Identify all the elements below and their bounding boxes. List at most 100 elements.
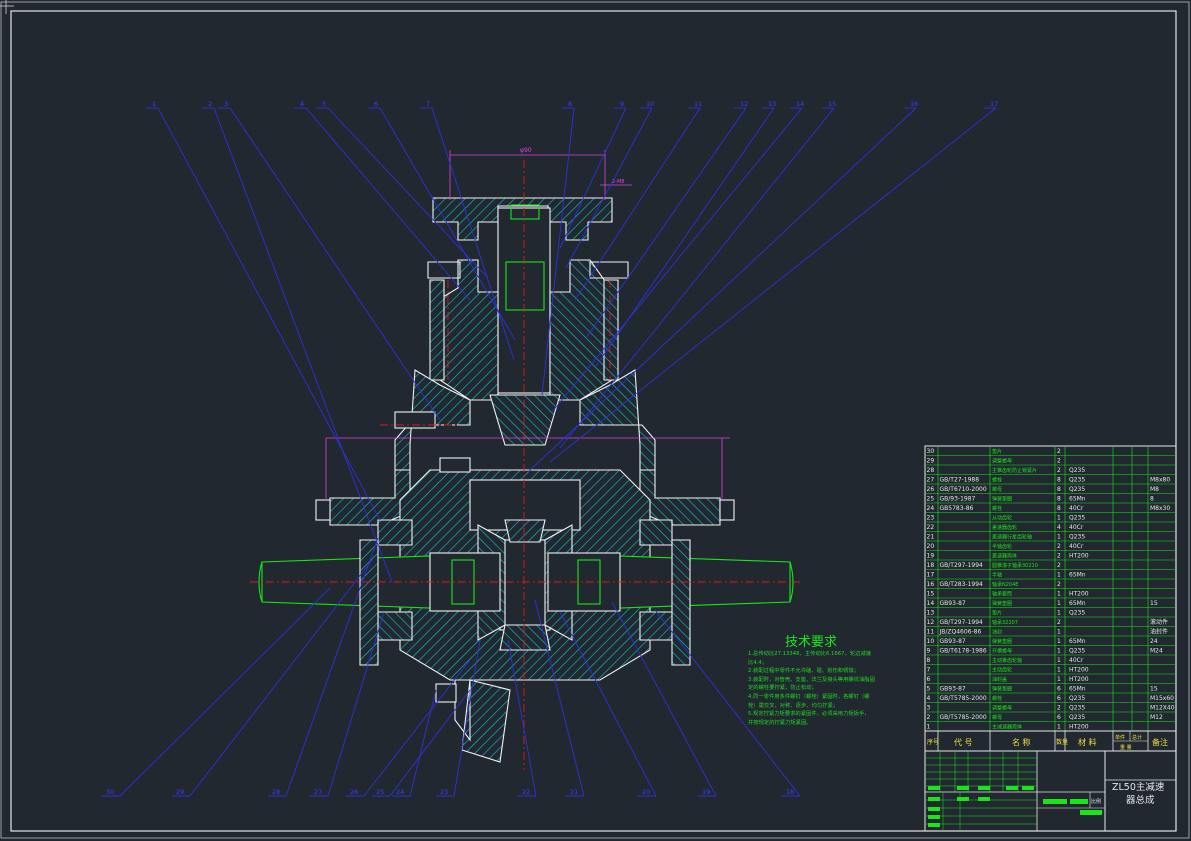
bom-cell-material: Q235 [1069, 705, 1085, 712]
bom-cell-name: 差速器壳体 [992, 553, 1017, 560]
bom-cell-name: 半轴齿轮 [992, 543, 1012, 550]
bom-cell-qty: 1 [1057, 515, 1061, 522]
bom-cell-name: 垫片 [992, 448, 1002, 455]
bom-cell-no: 15 [927, 591, 935, 598]
bom-cell-code: GB/T283-1994 [940, 581, 984, 588]
bom-cell-name: 弹簧垫圈 [992, 686, 1012, 693]
bom-cell-qty: 1 [1057, 657, 1061, 664]
bom-cell-code: GB/T6178-1986 [940, 648, 987, 655]
bom-cell-code: GB/T297-1994 [940, 619, 984, 626]
bom-cell-note: M8 [1150, 486, 1159, 493]
balloon-bottom: 30 [106, 788, 114, 796]
bom-cell-name: 油封盖 [992, 676, 1007, 683]
balloon-bottom: 20 [642, 788, 650, 796]
balloon-top: 8 [568, 100, 572, 108]
scale-label: 比例 [1091, 798, 1101, 805]
balloon-bottom: 23 [440, 788, 448, 796]
balloon-bottom: 29 [176, 788, 184, 796]
bom-cell-no: 4 [927, 695, 931, 702]
bom-cell-qty: 2 [1057, 448, 1061, 455]
dim-top-width: φ90 [520, 147, 532, 154]
bom-cell-material: 65Mn [1069, 638, 1086, 645]
ring-gear [461, 679, 511, 763]
technical-note-line: 栓）需交叉、对称、逐步、均匀拧紧； [748, 702, 839, 709]
bom-cell-name: 半轴 [992, 572, 1002, 579]
balloon-top: 6 [374, 100, 378, 108]
bom-cell-name: 弹簧垫圈 [992, 600, 1012, 607]
technical-note-line: 4.同一零件用多件螺钉（螺栓）紧固时，各螺钉（螺 [748, 693, 870, 700]
bom-cell-qty: 1 [1057, 600, 1061, 607]
bom-cell-no: 9 [927, 648, 931, 655]
bom-cell-note: 8 [1150, 496, 1154, 503]
bom-cell-note: 15 [1150, 600, 1158, 607]
drawing-title-line1: ZL50主减速 [1112, 781, 1165, 793]
bom-cell-note: M12X40 [1150, 705, 1175, 712]
balloon-bottom: 18 [786, 788, 794, 796]
bom-cell-qty: 1 [1057, 667, 1061, 674]
bom-cell-qty: 2 [1057, 467, 1061, 474]
bom-header-material: 材 料 [1078, 737, 1097, 747]
bom-cell-material: 40Cr [1069, 505, 1084, 512]
bom-cell-qty: 1 [1057, 572, 1061, 579]
drawing-title-line2: 器总成 [1126, 794, 1155, 806]
bom-cell-no: 28 [927, 467, 935, 474]
technical-note-line: 1.总传动比27.13348，主传动比6.1667，轮边减速 [748, 651, 872, 657]
bom-header-unit_weight: 单件 [1115, 734, 1125, 741]
title-block: 比例 ZL50主减速器总成 [924, 750, 1177, 832]
bom-cell-no: 14 [927, 600, 935, 607]
bom-cell-no: 25 [927, 496, 935, 503]
balloon-bottom: 27 [314, 788, 322, 796]
bom-cell-no: 19 [927, 553, 935, 560]
bom-cell-name: 螺母 [992, 714, 1002, 721]
balloon-bottom: 28 [272, 788, 280, 796]
bom-cell-note: M12 [1150, 714, 1163, 721]
bom-cell-no: 29 [927, 458, 935, 465]
balloon-top: 12 [740, 100, 748, 108]
bom-cell-no: 20 [927, 543, 935, 550]
bom-cell-no: 21 [927, 534, 935, 541]
technical-note-line: 定的螺柱要拧紧，防止松动； [748, 685, 817, 692]
bom-cell-note: M8x30 [1150, 505, 1170, 512]
bom-cell-material: 40Cr [1069, 524, 1084, 531]
bom-cell-no: 17 [927, 572, 935, 579]
bom-cell-note: 24 [1150, 638, 1158, 645]
bom-cell-material: HT200 [1069, 553, 1089, 560]
bom-cell-code: GB/T5785-2000 [940, 695, 987, 702]
bom-cell-no: 3 [927, 705, 931, 712]
bom-cell-name: 螺栓 [992, 695, 1002, 702]
bom-cell-note: 滚动件 [1150, 618, 1168, 626]
bom-cell-no: 10 [927, 638, 935, 645]
bom-cell-no: 1 [927, 724, 931, 731]
bom-cell-qty: 1 [1057, 534, 1061, 541]
bom-cell-no: 23 [927, 515, 935, 522]
assembly-drawing: φ90 2-M8 1 2 3 4 5 6 7 8 9 10 11 12 13 14 15 16 1730 29 28… [0, 0, 1190, 839]
balloon-bottom: 19 [702, 788, 710, 796]
bom-cell-material: HT200 [1069, 591, 1089, 598]
bom-cell-qty: 2 [1057, 543, 1061, 550]
bom-cell-qty: 2 [1057, 581, 1061, 588]
bom-cell-code: GB93-87 [940, 600, 966, 607]
bom-cell-material: 65Mn [1069, 572, 1086, 579]
technical-requirements-notes: 1.总传动比27.13348，主传动比6.1667，轮边减速 比4.4； 2.装配过… [748, 650, 924, 727]
bom-cell-no: 8 [927, 657, 931, 664]
bom-cell-code: GB5783-86 [940, 505, 974, 512]
bom-header-qty: 数量 [1056, 738, 1068, 746]
bom-cell-no: 7 [927, 667, 931, 674]
technical-note-line: 5.规定拧紧力矩要求的紧固件，必须采用力矩扳手， [748, 711, 870, 718]
bom-cell-name: 螺母 [992, 486, 1002, 493]
bom-cell-code: GB/T27-1988 [940, 477, 980, 484]
bom-cell-material: 65Mn [1069, 600, 1086, 607]
bom-cell-no: 30 [927, 448, 935, 455]
balloon-bottom: 22 [522, 788, 530, 796]
balloon-top: 7 [426, 100, 430, 108]
technical-requirements-title: 技术要求 [785, 635, 838, 650]
bom-cell-no: 24 [927, 505, 935, 512]
bom-cell-qty: 6 [1057, 695, 1061, 702]
bom-cell-material: HT200 [1069, 667, 1089, 674]
bearing-housing [437, 259, 499, 401]
bevel-pinion [489, 394, 561, 446]
bom-table: 30 垫片 229 调整螺母 228 主锥齿轮防止锁紧片 2 Q23527 GB/T27-198… [924, 445, 1177, 752]
bom-cell-name: 调整螺母 [992, 458, 1012, 465]
bom-cell-name: 主动锥齿轮轴 [992, 657, 1022, 664]
bom-cell-name: 轴承32207 [992, 619, 1018, 626]
